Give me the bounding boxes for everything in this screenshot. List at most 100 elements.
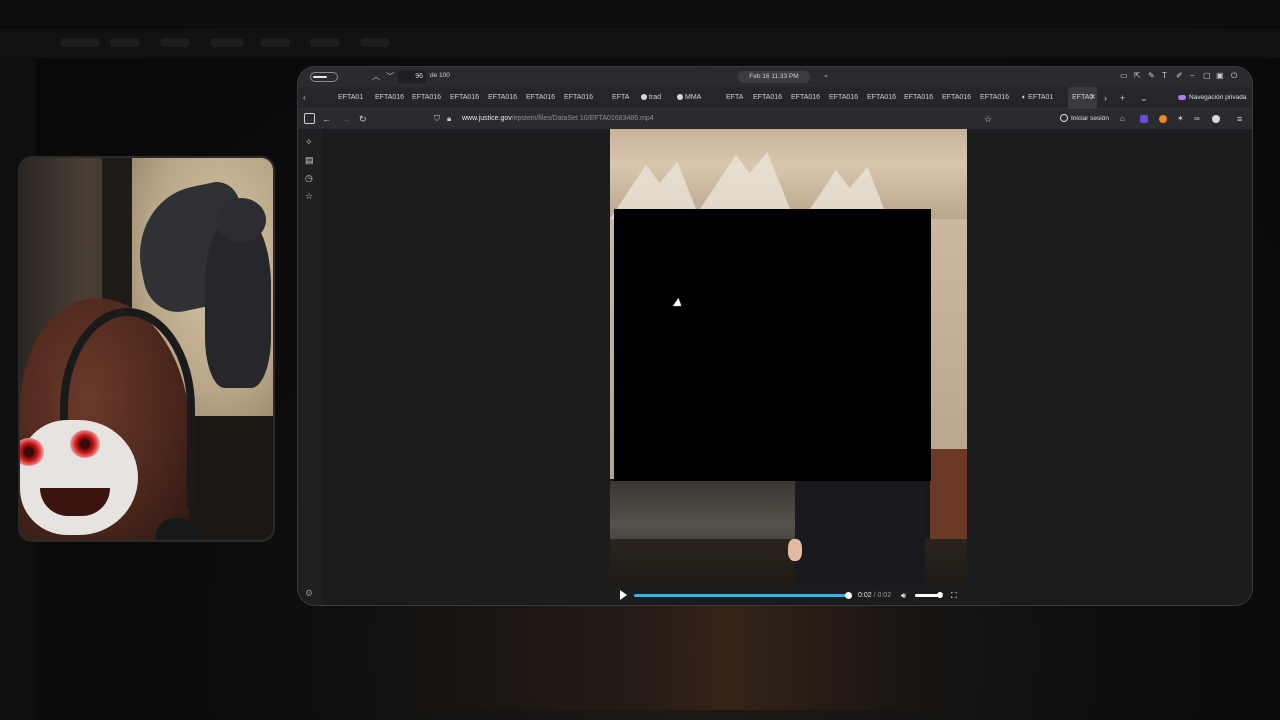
private-mask-icon [1178,94,1186,100]
tab-scroll-left-icon[interactable]: ‹ [303,87,306,109]
volume-icon[interactable]: 🔊︎ [901,585,906,605]
tab-label: EFTA016 [942,94,972,101]
tab-label: EFTA01 [338,94,364,101]
restore-icon[interactable]: ▣ [1216,71,1224,80]
close-tab-icon[interactable]: ✕ [1090,87,1096,109]
comment-icon[interactable]: ▭ [1120,71,1128,80]
forward-button[interactable]: → [341,112,350,126]
seek-bar[interactable] [634,592,852,599]
tab-11[interactable]: EFTA [726,87,743,109]
back-button[interactable]: ← [322,112,331,126]
volume-slider[interactable] [915,592,944,598]
tab-16[interactable]: EFTA016 [904,87,933,109]
menu-icon[interactable]: ≡ [1237,112,1242,126]
tab-label: EFTA [612,94,630,101]
tab-18[interactable]: EFTA016 [980,87,1009,109]
tab-19[interactable]: 🔈︎ EFTA01 [1022,87,1053,109]
tab-3[interactable]: EFTA016 [412,87,441,109]
extension-icon[interactable]: ∞ [1194,112,1200,126]
extension-icon[interactable] [1212,115,1220,123]
tab-label: EFTA016 [412,94,442,101]
extensions-icon[interactable]: ⌂ [1120,112,1125,126]
tab-label: EFTA016 [564,94,594,101]
maximize-icon[interactable]: ▢ [1203,71,1211,80]
page-content: 0:02 / 0:02 🔊︎ ⛶ [322,129,1252,605]
menu-pill-control[interactable] [310,72,338,82]
pdf-viewer-titlebar: ︿ ﹀ 96 de 100 Feb 16 11:33 PM ⌄ ▭ ⇱ ✎ T … [298,67,1252,87]
tab-label: EFTA016 [753,94,783,101]
url-text[interactable]: www.justice.gov/epstein/files/DataSet 10… [462,112,654,126]
shield-icon[interactable]: ⛉ [434,112,440,126]
extension-icon[interactable]: ✶ [1177,112,1184,126]
tab-12[interactable]: EFTA016 [753,87,782,109]
reload-button[interactable]: ↻ [359,112,367,126]
tab-label: EFTA016 [867,94,897,101]
text-icon[interactable]: T [1162,71,1167,80]
page-number-input[interactable]: 96 [398,71,426,83]
account-icon [1060,114,1068,123]
video-player[interactable]: 0:02 / 0:02 🔊︎ ⛶ [610,129,967,605]
tab-label: EFTA016 [980,94,1010,101]
synced-tabs-icon[interactable]: ▤ [305,155,314,166]
tab-6[interactable]: EFTA016 [526,87,555,109]
chevron-down-icon[interactable]: ⌄ [823,71,829,79]
tab-14[interactable]: EFTA016 [829,87,858,109]
pen-icon[interactable]: ✎ [1148,71,1155,80]
tab-15[interactable]: EFTA016 [867,87,896,109]
tab-5[interactable]: EFTA016 [488,87,517,109]
power-icon[interactable]: ⏻ [1231,71,1237,81]
tab-label: EFTA01 [1028,94,1054,101]
tab-label: EFTA [726,94,744,101]
tab-scroll-right-icon[interactable]: › [1104,87,1107,109]
navigation-bar: ← → ↻ ⛉ 🔒︎ www.justice.gov/epstein/files… [298,109,1252,129]
prev-page-icon[interactable]: ︿ [372,71,380,82]
fullscreen-icon[interactable]: ⛶ [951,585,957,605]
tab-label: EFTA016 [375,94,405,101]
next-page-icon[interactable]: ﹀ [386,71,394,82]
clock-pill: Feb 16 11:33 PM [738,71,810,83]
time-display: 0:02 / 0:02 [858,592,892,599]
browser-window: ︿ ﹀ 96 de 100 Feb 16 11:33 PM ⌄ ▭ ⇱ ✎ T … [297,66,1253,606]
extension-icon[interactable] [1159,115,1167,123]
play-button[interactable] [620,590,627,600]
tab-strip: ‹ EFTA01 EFTA016 EFTA016 EFTA016 EFTA016 EFTA… [298,87,1252,109]
lock-icon[interactable]: 🔒︎ [447,112,451,126]
tab-label: EFTA016 [904,94,934,101]
extension-icon[interactable] [1140,115,1148,123]
tab-1[interactable]: EFTA01 [338,87,363,109]
video-controls: 0:02 / 0:02 🔊︎ ⛶ [610,585,967,605]
sidebar-toggle-icon[interactable] [304,113,315,124]
tab-label: EFTA016 [450,94,480,101]
tab-label: EFTA016 [829,94,859,101]
edit-icon[interactable]: ✐ [1176,71,1183,80]
history-icon[interactable]: ◷ [305,173,313,184]
tab-label: EFTA016 [488,94,518,101]
tab-label: MMA [685,94,702,101]
tab-label: trad [649,94,662,101]
bookmark-star-icon[interactable]: ☆ [984,112,992,126]
seek-handle[interactable] [845,592,852,599]
tab-13[interactable]: EFTA016 [791,87,820,109]
tab-favicon-icon [677,94,683,101]
tab-4[interactable]: EFTA016 [450,87,479,109]
desktop: ︿ ﹀ 96 de 100 Feb 16 11:33 PM ⌄ ▭ ⇱ ✎ T … [0,0,1280,720]
tab-label: EFTA016 [526,94,556,101]
address-bar[interactable]: ⛉ 🔒︎ www.justice.gov/epstein/files/DataS… [432,112,998,126]
redaction-box [614,209,931,481]
tab-10[interactable]: MMA [677,87,701,109]
sign-in-button[interactable]: Iniciar sesión [1060,112,1109,126]
tab-9[interactable]: trad [641,87,661,109]
new-tab-icon[interactable]: + [1120,87,1125,109]
tab-2[interactable]: EFTA016 [375,87,404,109]
mouse-cursor-icon [672,297,685,311]
bookmarks-icon[interactable]: ☆ [305,191,313,202]
tab-17[interactable]: EFTA016 [942,87,971,109]
tab-list-chevron-icon[interactable]: ⌄ [1140,87,1148,109]
tab-7[interactable]: EFTA016 [564,87,593,109]
settings-gear-icon[interactable]: ⚙ [305,588,313,599]
tab-8[interactable]: EFTA [612,87,629,109]
volume-handle[interactable] [937,592,944,598]
share-icon[interactable]: ⇱ [1134,71,1141,80]
minimize-icon[interactable]: − [1190,71,1195,80]
ai-chat-icon[interactable]: ✧ [305,137,313,148]
